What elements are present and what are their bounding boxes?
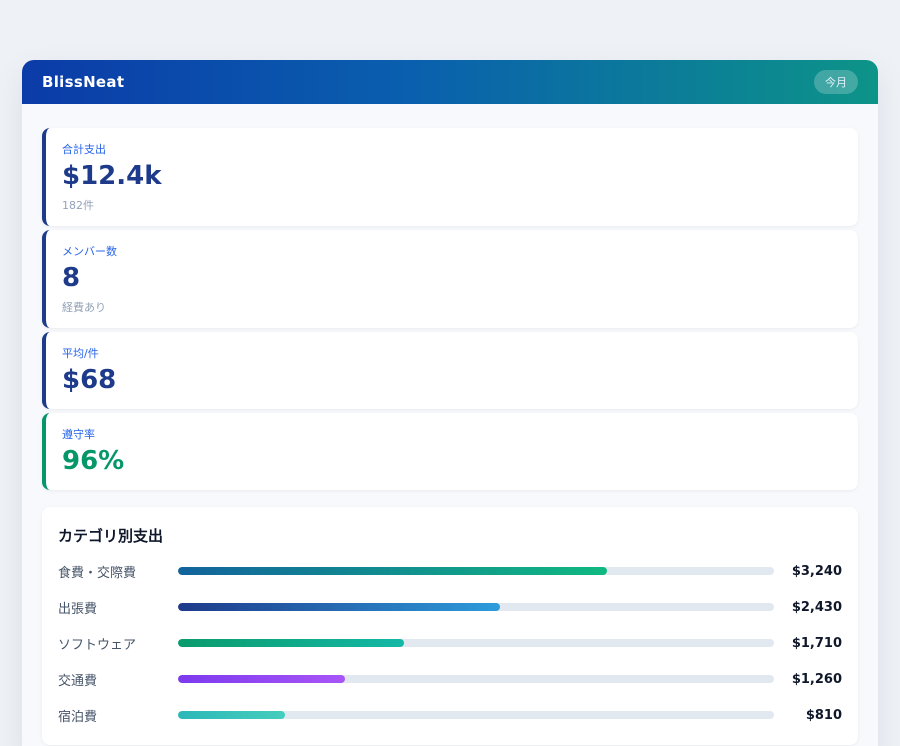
stat-label: メンバー数 <box>62 243 842 259</box>
stat-sub: 経費あり <box>62 299 842 315</box>
category-label: ソフトウェア <box>58 634 178 653</box>
stat-card: 遵守率 96% <box>42 413 858 490</box>
category-label: 交通費 <box>58 670 178 689</box>
stat-label: 遵守率 <box>62 426 842 442</box>
category-row: 出張費 $2,430 <box>58 598 842 617</box>
category-bar-track <box>178 567 774 575</box>
category-amount: $3,240 <box>774 564 842 579</box>
category-bar-track <box>178 603 774 611</box>
stat-value: $12.4k <box>62 162 842 192</box>
category-bar-fill <box>178 639 404 647</box>
category-bar-track <box>178 675 774 683</box>
category-label: 出張費 <box>58 598 178 617</box>
category-amount: $1,710 <box>774 636 842 651</box>
category-amount: $1,260 <box>774 672 842 687</box>
category-bar-fill <box>178 675 345 683</box>
category-row: 交通費 $1,260 <box>58 670 842 689</box>
app-header: BlissNeat 今月 <box>22 60 878 104</box>
category-label: 宿泊費 <box>58 706 178 725</box>
stat-card: 合計支出 $12.4k 182件 <box>42 128 858 226</box>
period-badge[interactable]: 今月 <box>814 70 858 94</box>
category-bar-track <box>178 711 774 719</box>
category-rows: 食費・交際費 $3,240 出張費 $2,430 ソフトウェア $1,710 交… <box>58 562 842 725</box>
app-title: BlissNeat <box>42 73 124 91</box>
category-bar-fill <box>178 603 500 611</box>
category-amount: $2,430 <box>774 600 842 615</box>
category-section-title: カテゴリ別支出 <box>58 525 842 546</box>
category-row: 食費・交際費 $3,240 <box>58 562 842 581</box>
stat-label: 平均/件 <box>62 345 842 361</box>
stat-sub: 182件 <box>62 197 842 213</box>
panel-body: 合計支出 $12.4k 182件 メンバー数 8 経費あり 平均/件 $68 遵… <box>22 104 878 746</box>
category-bar-fill <box>178 567 607 575</box>
dashboard-panel: BlissNeat 今月 合計支出 $12.4k 182件 メンバー数 8 経費… <box>22 60 878 746</box>
stat-value: $68 <box>62 366 842 396</box>
category-row: ソフトウェア $1,710 <box>58 634 842 653</box>
stat-label: 合計支出 <box>62 141 842 157</box>
category-label: 食費・交際費 <box>58 562 178 581</box>
category-bar-track <box>178 639 774 647</box>
stat-value: 96% <box>62 447 842 477</box>
category-bar-fill <box>178 711 285 719</box>
category-spending-card: カテゴリ別支出 食費・交際費 $3,240 出張費 $2,430 ソフトウェア … <box>42 507 858 745</box>
category-row: 宿泊費 $810 <box>58 706 842 725</box>
category-amount: $810 <box>774 708 842 723</box>
stat-card: メンバー数 8 経費あり <box>42 230 858 328</box>
stat-value: 8 <box>62 264 842 294</box>
stat-card: 平均/件 $68 <box>42 332 858 409</box>
